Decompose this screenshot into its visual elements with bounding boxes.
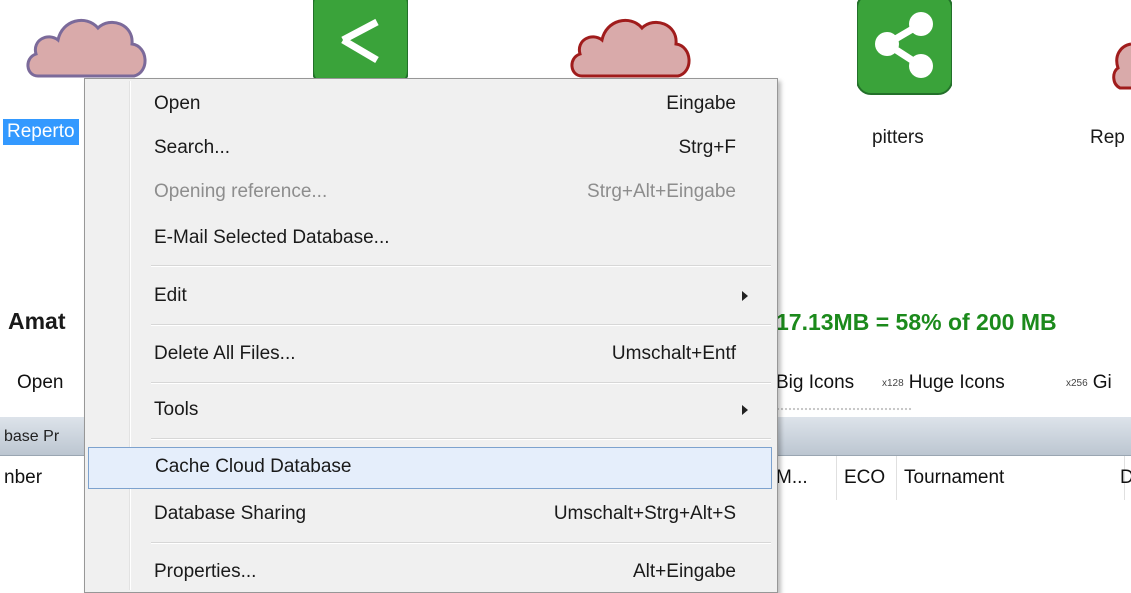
submenu-arrow-icon — [742, 291, 748, 301]
toolbar-open-button[interactable]: Open — [17, 372, 63, 394]
cloud-icon — [570, 18, 691, 78]
database-title: Amat — [8, 308, 66, 334]
context-menu: Open Eingabe Search... Strg+F Opening re… — [84, 78, 778, 593]
menu-item-tools[interactable]: Tools — [88, 391, 772, 429]
menu-item-opening-reference: Opening reference... Strg+Alt+Eingabe — [88, 173, 772, 211]
column-header-moves[interactable]: M... — [770, 456, 837, 500]
toolbar-big-icons-button[interactable]: Big Icons — [776, 372, 854, 394]
huge-icons-label: Huge Icons — [908, 372, 1005, 393]
gigantic-icons-label: Gi — [1092, 372, 1112, 393]
database-icon-cloud-pink[interactable] — [24, 10, 154, 80]
database-label-pitters[interactable]: pitters — [872, 127, 924, 149]
column-header-tournament[interactable]: Tournament — [898, 456, 1125, 500]
menu-item-label: Delete All Files... — [154, 343, 296, 364]
menu-separator — [151, 324, 771, 326]
menu-item-shortcut: Eingabe — [666, 93, 736, 114]
database-icon-share-2[interactable] — [857, 0, 952, 98]
menu-separator — [151, 265, 771, 267]
menu-item-database-sharing[interactable]: Database Sharing Umschalt+Strg+Alt+S — [88, 495, 772, 533]
cloud-icon — [1112, 42, 1131, 90]
menu-separator — [151, 542, 771, 544]
menu-item-shortcut: Umschalt+Entf — [611, 343, 736, 364]
menu-separator — [151, 438, 771, 440]
menu-item-shortcut: Strg+Alt+Eingabe — [587, 181, 736, 202]
menu-item-label: Tools — [154, 399, 199, 420]
menu-item-shortcut: Umschalt+Strg+Alt+S — [553, 503, 736, 524]
submenu-arrow-icon — [742, 405, 748, 415]
column-header-number[interactable]: nber — [0, 456, 85, 500]
menu-item-properties[interactable]: Properties... Alt+Eingabe — [88, 553, 772, 591]
menu-separator — [151, 382, 771, 384]
share-icon — [857, 0, 952, 95]
database-icon-cloud-red-1[interactable] — [568, 10, 698, 80]
menu-item-label: Opening reference... — [154, 181, 328, 202]
menu-item-delete-all-files[interactable]: Delete All Files... Umschalt+Entf — [88, 335, 772, 373]
database-icon-share-1[interactable] — [313, 0, 408, 85]
toolbar-huge-icons-button[interactable]: x128 Huge Icons — [882, 372, 1005, 394]
toolbar-grip — [772, 407, 912, 411]
share-icon — [313, 0, 408, 85]
menu-item-label: Search... — [154, 137, 231, 158]
menu-item-search[interactable]: Search... Strg+F — [88, 129, 772, 167]
menu-item-shortcut: Strg+F — [678, 137, 736, 158]
column-header-date[interactable]: D — [1114, 456, 1131, 500]
menu-item-label: Edit — [154, 285, 187, 306]
menu-item-shortcut: Alt+Eingabe — [633, 561, 736, 582]
database-icon-cloud-red-2[interactable] — [1110, 40, 1131, 100]
size-prefix: x128 — [882, 378, 904, 389]
menu-item-edit[interactable]: Edit — [88, 277, 772, 315]
column-header-eco[interactable]: ECO — [838, 456, 897, 500]
menu-item-label: Properties... — [154, 561, 257, 582]
database-label-rep[interactable]: Rep — [1090, 127, 1125, 149]
menu-item-cache-cloud-database[interactable]: Cache Cloud Database — [88, 447, 772, 489]
storage-usage-text: 17.13MB = 58% of 200 MB — [776, 309, 1057, 335]
big-icons-label: Big Icons — [776, 372, 855, 393]
toolbar-gigantic-icons-button[interactable]: x256 Gi — [1066, 372, 1112, 394]
database-label-reperto[interactable]: Reperto — [3, 119, 79, 145]
menu-item-label: Database Sharing — [154, 503, 307, 524]
menu-item-email-database[interactable]: E-Mail Selected Database... — [88, 219, 772, 257]
menu-item-label: E-Mail Selected Database... — [154, 227, 390, 248]
menu-item-open[interactable]: Open Eingabe — [88, 85, 772, 123]
size-prefix: x256 — [1066, 378, 1088, 389]
menu-item-label: Open — [154, 93, 201, 114]
menu-item-label: Cache Cloud Database — [155, 456, 352, 477]
panel-title: base Pr — [4, 428, 60, 445]
cloud-icon — [26, 18, 147, 78]
